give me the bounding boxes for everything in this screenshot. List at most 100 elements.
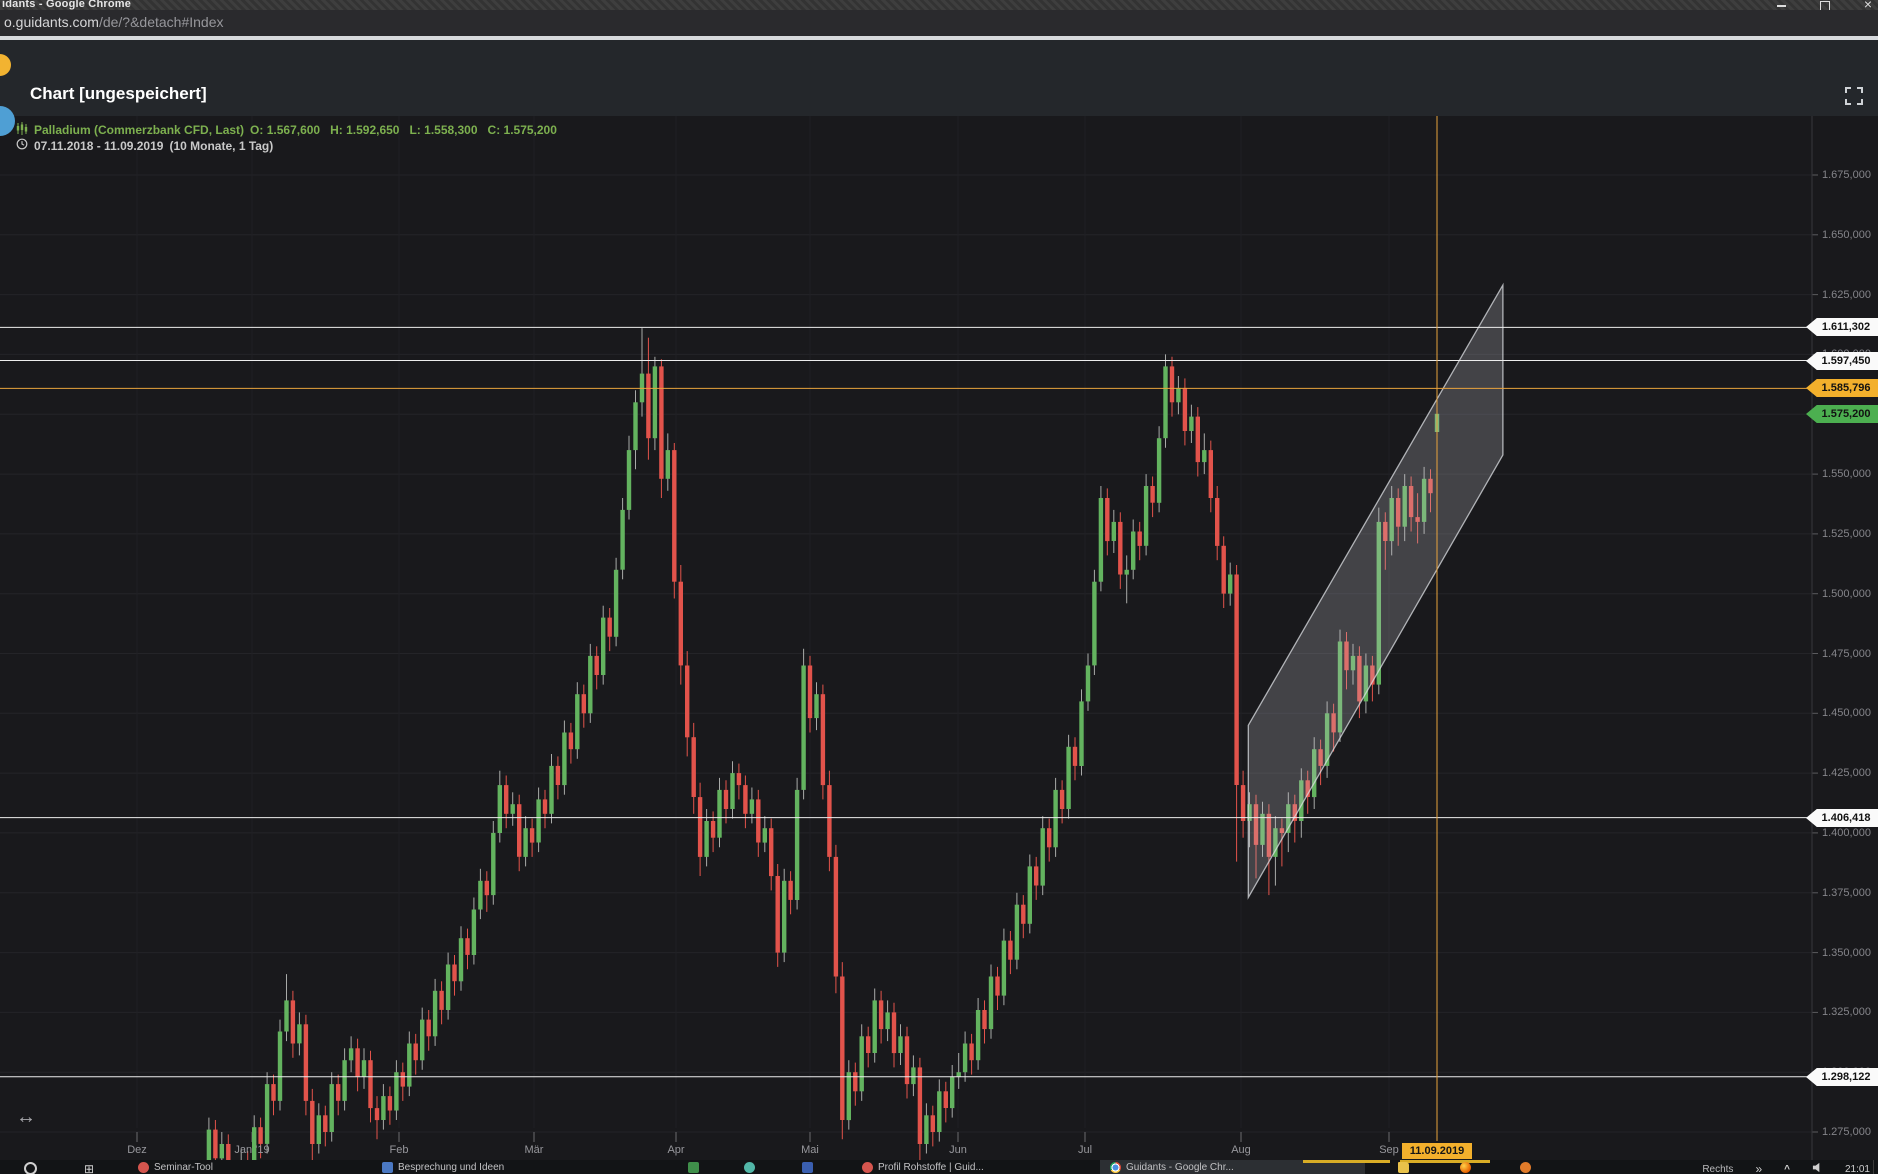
candle	[220, 1144, 224, 1158]
candlestick-plot[interactable]	[0, 116, 1878, 1162]
taskbar-search-button[interactable]	[24, 1162, 37, 1174]
legend-range: 07.11.2018 - 11.09.2019	[34, 139, 163, 153]
candle	[414, 1044, 418, 1061]
month-tick-label: Mai	[801, 1144, 819, 1156]
candle	[963, 1044, 967, 1073]
candle	[562, 733, 566, 786]
app-icon-orange	[1520, 1162, 1531, 1173]
candle	[394, 1072, 398, 1110]
candle	[653, 366, 657, 438]
candle	[1150, 486, 1154, 503]
candle	[1125, 570, 1129, 575]
candle	[278, 1032, 282, 1101]
candle	[1157, 438, 1161, 503]
candle	[297, 1024, 301, 1043]
candle	[873, 1000, 877, 1053]
candle	[1183, 388, 1187, 431]
candle	[944, 1091, 948, 1108]
candle	[291, 1000, 295, 1043]
taskbar-app-meeting[interactable]: Besprechung und Ideen	[382, 1162, 504, 1173]
candle	[213, 1130, 217, 1159]
tray-expand-chevron[interactable]: ^	[1784, 1164, 1790, 1174]
volume-icon[interactable]	[1812, 1162, 1823, 1174]
candle	[349, 1048, 353, 1060]
chrome-icon	[1110, 1162, 1121, 1173]
fullscreen-icon[interactable]	[1844, 86, 1864, 106]
price-level-badge: 1.406,418	[1806, 809, 1878, 827]
legend-range-row[interactable]: 07.11.2018 - 11.09.2019 (10 Monate, 1 Ta…	[16, 138, 273, 153]
taskbar-app-label: Guidants - Google Chr...	[1126, 1162, 1234, 1173]
month-tick-label: Feb	[390, 1144, 409, 1156]
candle	[1086, 666, 1090, 702]
taskbar-clock[interactable]: 21:01	[1845, 1164, 1870, 1174]
candle	[924, 1115, 928, 1144]
candle	[769, 828, 773, 876]
candle	[1118, 522, 1122, 575]
tray-toolbar-label[interactable]: Rechts	[1702, 1164, 1733, 1174]
candle	[1066, 747, 1070, 809]
legend-instrument-row[interactable]: Palladium (Commerzbank CFD, Last) O: 1.5…	[16, 122, 557, 138]
trend-channel	[1248, 285, 1503, 897]
candle	[1222, 546, 1226, 594]
candle	[866, 1036, 870, 1053]
candles-series	[13, 328, 1439, 1162]
taskbar-app-profil[interactable]: Profil Rohstoffe | Guid...	[862, 1162, 984, 1173]
taskbar-app-teal[interactable]	[744, 1162, 755, 1173]
candle	[608, 618, 612, 637]
candle	[821, 694, 825, 785]
candle	[633, 402, 637, 450]
candle	[511, 804, 515, 814]
tray-chevrons[interactable]: »	[1755, 1162, 1762, 1174]
price-tick-label: 1.350,000	[1822, 947, 1871, 959]
price-tick-label: 1.650,000	[1822, 229, 1871, 241]
browser-titlebar: idants - Google Chrome ×	[0, 0, 1878, 10]
taskbar-app-doc[interactable]	[802, 1162, 813, 1173]
candle	[1196, 417, 1200, 463]
task-view-button[interactable]: ⊞	[84, 1162, 94, 1174]
chart-svg[interactable]	[0, 116, 1878, 1162]
candle	[569, 733, 573, 750]
taskbar-app-seminar[interactable]: Seminar-Tool	[138, 1162, 213, 1173]
taskbar-app-guidants-chrome[interactable]: Guidants - Google Chr...	[1110, 1162, 1234, 1173]
taskbar-app-orange[interactable]	[1520, 1162, 1531, 1173]
candle	[556, 766, 560, 785]
price-tick-label: 1.425,000	[1822, 767, 1871, 779]
price-tick-label: 1.275,000	[1822, 1126, 1871, 1138]
candle	[420, 1020, 424, 1061]
close-button[interactable]: ×	[1864, 0, 1872, 10]
candle	[575, 694, 579, 749]
app-icon-red	[862, 1162, 873, 1173]
task-view-icon: ⊞	[84, 1162, 94, 1174]
minimize-button[interactable]	[1777, 0, 1786, 10]
windows-taskbar: ⊞ Seminar-Tool Besprechung und Ideen Pro…	[0, 1160, 1878, 1174]
taskbar-firefox[interactable]	[1460, 1162, 1471, 1173]
taskbar-app-label: Besprechung und Ideen	[398, 1162, 504, 1173]
candle	[737, 773, 741, 785]
candle	[342, 1060, 346, 1101]
month-tick-label: Jul	[1078, 1144, 1092, 1156]
candle	[330, 1084, 334, 1132]
taskbar-app-label: Profil Rohstoffe | Guid...	[878, 1162, 984, 1173]
candle	[801, 666, 805, 790]
legend-range-detail: (10 Monate, 1 Tag)	[169, 139, 273, 153]
price-level-badge: 1.585,796	[1806, 379, 1878, 397]
candle	[1138, 532, 1142, 546]
month-tick-label: Jan '19	[234, 1144, 269, 1156]
window-title: idants - Google Chrome	[2, 0, 131, 10]
chart-panel[interactable]: Palladium (Commerzbank CFD, Last) O: 1.5…	[0, 116, 1878, 1162]
last-price-badge: 1.575,200	[1806, 405, 1878, 423]
taskbar-folder[interactable]	[1398, 1162, 1409, 1173]
candle	[310, 1101, 314, 1144]
candle	[375, 1108, 379, 1120]
taskbar-app-green[interactable]	[688, 1162, 699, 1173]
restore-button[interactable]	[1820, 0, 1830, 10]
candle	[847, 1072, 851, 1120]
show-desktop-button[interactable]	[1873, 1160, 1878, 1174]
candle	[465, 938, 469, 955]
url-bar[interactable]: o.guidants.com/de/?&detach#Index	[0, 10, 1878, 36]
candle	[814, 694, 818, 718]
candle	[407, 1044, 411, 1087]
candle	[433, 991, 437, 1037]
pan-arrows-icon[interactable]: ↔	[16, 1106, 36, 1129]
candle	[323, 1115, 327, 1132]
